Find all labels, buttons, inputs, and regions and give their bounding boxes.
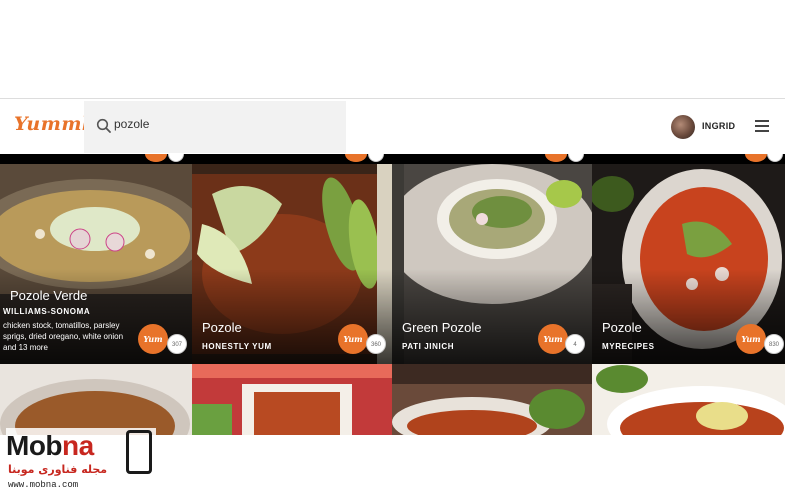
partial-yum-count: [767, 154, 783, 162]
previous-row-strip: [0, 154, 785, 164]
page-top-whitespace: [0, 0, 785, 98]
recipe-title[interactable]: Pozole Verde: [10, 288, 87, 303]
partial-yum-button: [745, 154, 767, 162]
recipe-card[interactable]: Pozole MYRECIPES Yum 830: [592, 164, 785, 364]
watermark-logo-text: Mobna: [6, 430, 94, 461]
search-icon[interactable]: [96, 118, 112, 134]
yum-count: 830: [764, 334, 784, 354]
yum-button[interactable]: Yum: [338, 324, 368, 354]
yum-count: 307: [167, 334, 187, 354]
user-name[interactable]: INGRID: [702, 121, 735, 131]
partial-yum-button: [545, 154, 567, 162]
recipe-source[interactable]: PATI JINICH: [402, 342, 454, 351]
recipe-title[interactable]: Green Pozole: [402, 320, 482, 335]
phone-icon: [126, 430, 152, 474]
hamburger-menu-icon[interactable]: [755, 120, 769, 132]
recipe-grid: Pozole Verde WILLIAMS-SONOMA chicken sto…: [0, 154, 785, 435]
yum-button[interactable]: Yum: [538, 324, 568, 354]
recipe-card[interactable]: Pozole HONESTLY YUM Yum 360: [192, 164, 392, 364]
recipe-photo-partial[interactable]: [392, 364, 592, 435]
yum-count: 360: [366, 334, 386, 354]
recipe-photo-partial[interactable]: [0, 364, 192, 435]
watermark-url: www.mobna.com: [8, 480, 79, 490]
top-nav-bar: Yummly INGRID: [0, 98, 785, 154]
recipe-source[interactable]: HONESTLY YUM: [202, 342, 272, 351]
recipe-ingredients: chicken stock, tomatillos, parsley sprig…: [3, 321, 124, 352]
partial-yum-count: [168, 154, 184, 162]
recipe-title[interactable]: Pozole: [202, 320, 242, 335]
recipe-card[interactable]: Green Pozole PATI JINICH Yum 4: [392, 164, 592, 364]
recipe-source[interactable]: MYRECIPES: [602, 342, 655, 351]
recipe-card[interactable]: Pozole Verde WILLIAMS-SONOMA chicken sto…: [0, 164, 192, 364]
mobna-watermark: Mobna مجله فناوری موبنا www.mobna.com: [6, 428, 156, 494]
partial-yum-count: [568, 154, 584, 162]
recipe-title[interactable]: Pozole: [602, 320, 642, 335]
watermark-subtitle: مجله فناوری موبنا: [8, 463, 108, 476]
recipe-source[interactable]: WILLIAMS-SONOMA: [3, 307, 90, 316]
partial-yum-button: [145, 154, 167, 162]
search-bar[interactable]: [84, 101, 346, 153]
partial-yum-count: [368, 154, 384, 162]
yum-count: 4: [565, 334, 585, 354]
recipe-photo-partial[interactable]: [592, 364, 785, 435]
search-input[interactable]: [114, 117, 324, 131]
user-avatar[interactable]: [671, 115, 695, 139]
yum-button[interactable]: Yum: [138, 324, 168, 354]
partial-yum-button: [345, 154, 367, 162]
yum-button[interactable]: Yum: [736, 324, 766, 354]
recipe-photo-partial[interactable]: [192, 364, 392, 435]
